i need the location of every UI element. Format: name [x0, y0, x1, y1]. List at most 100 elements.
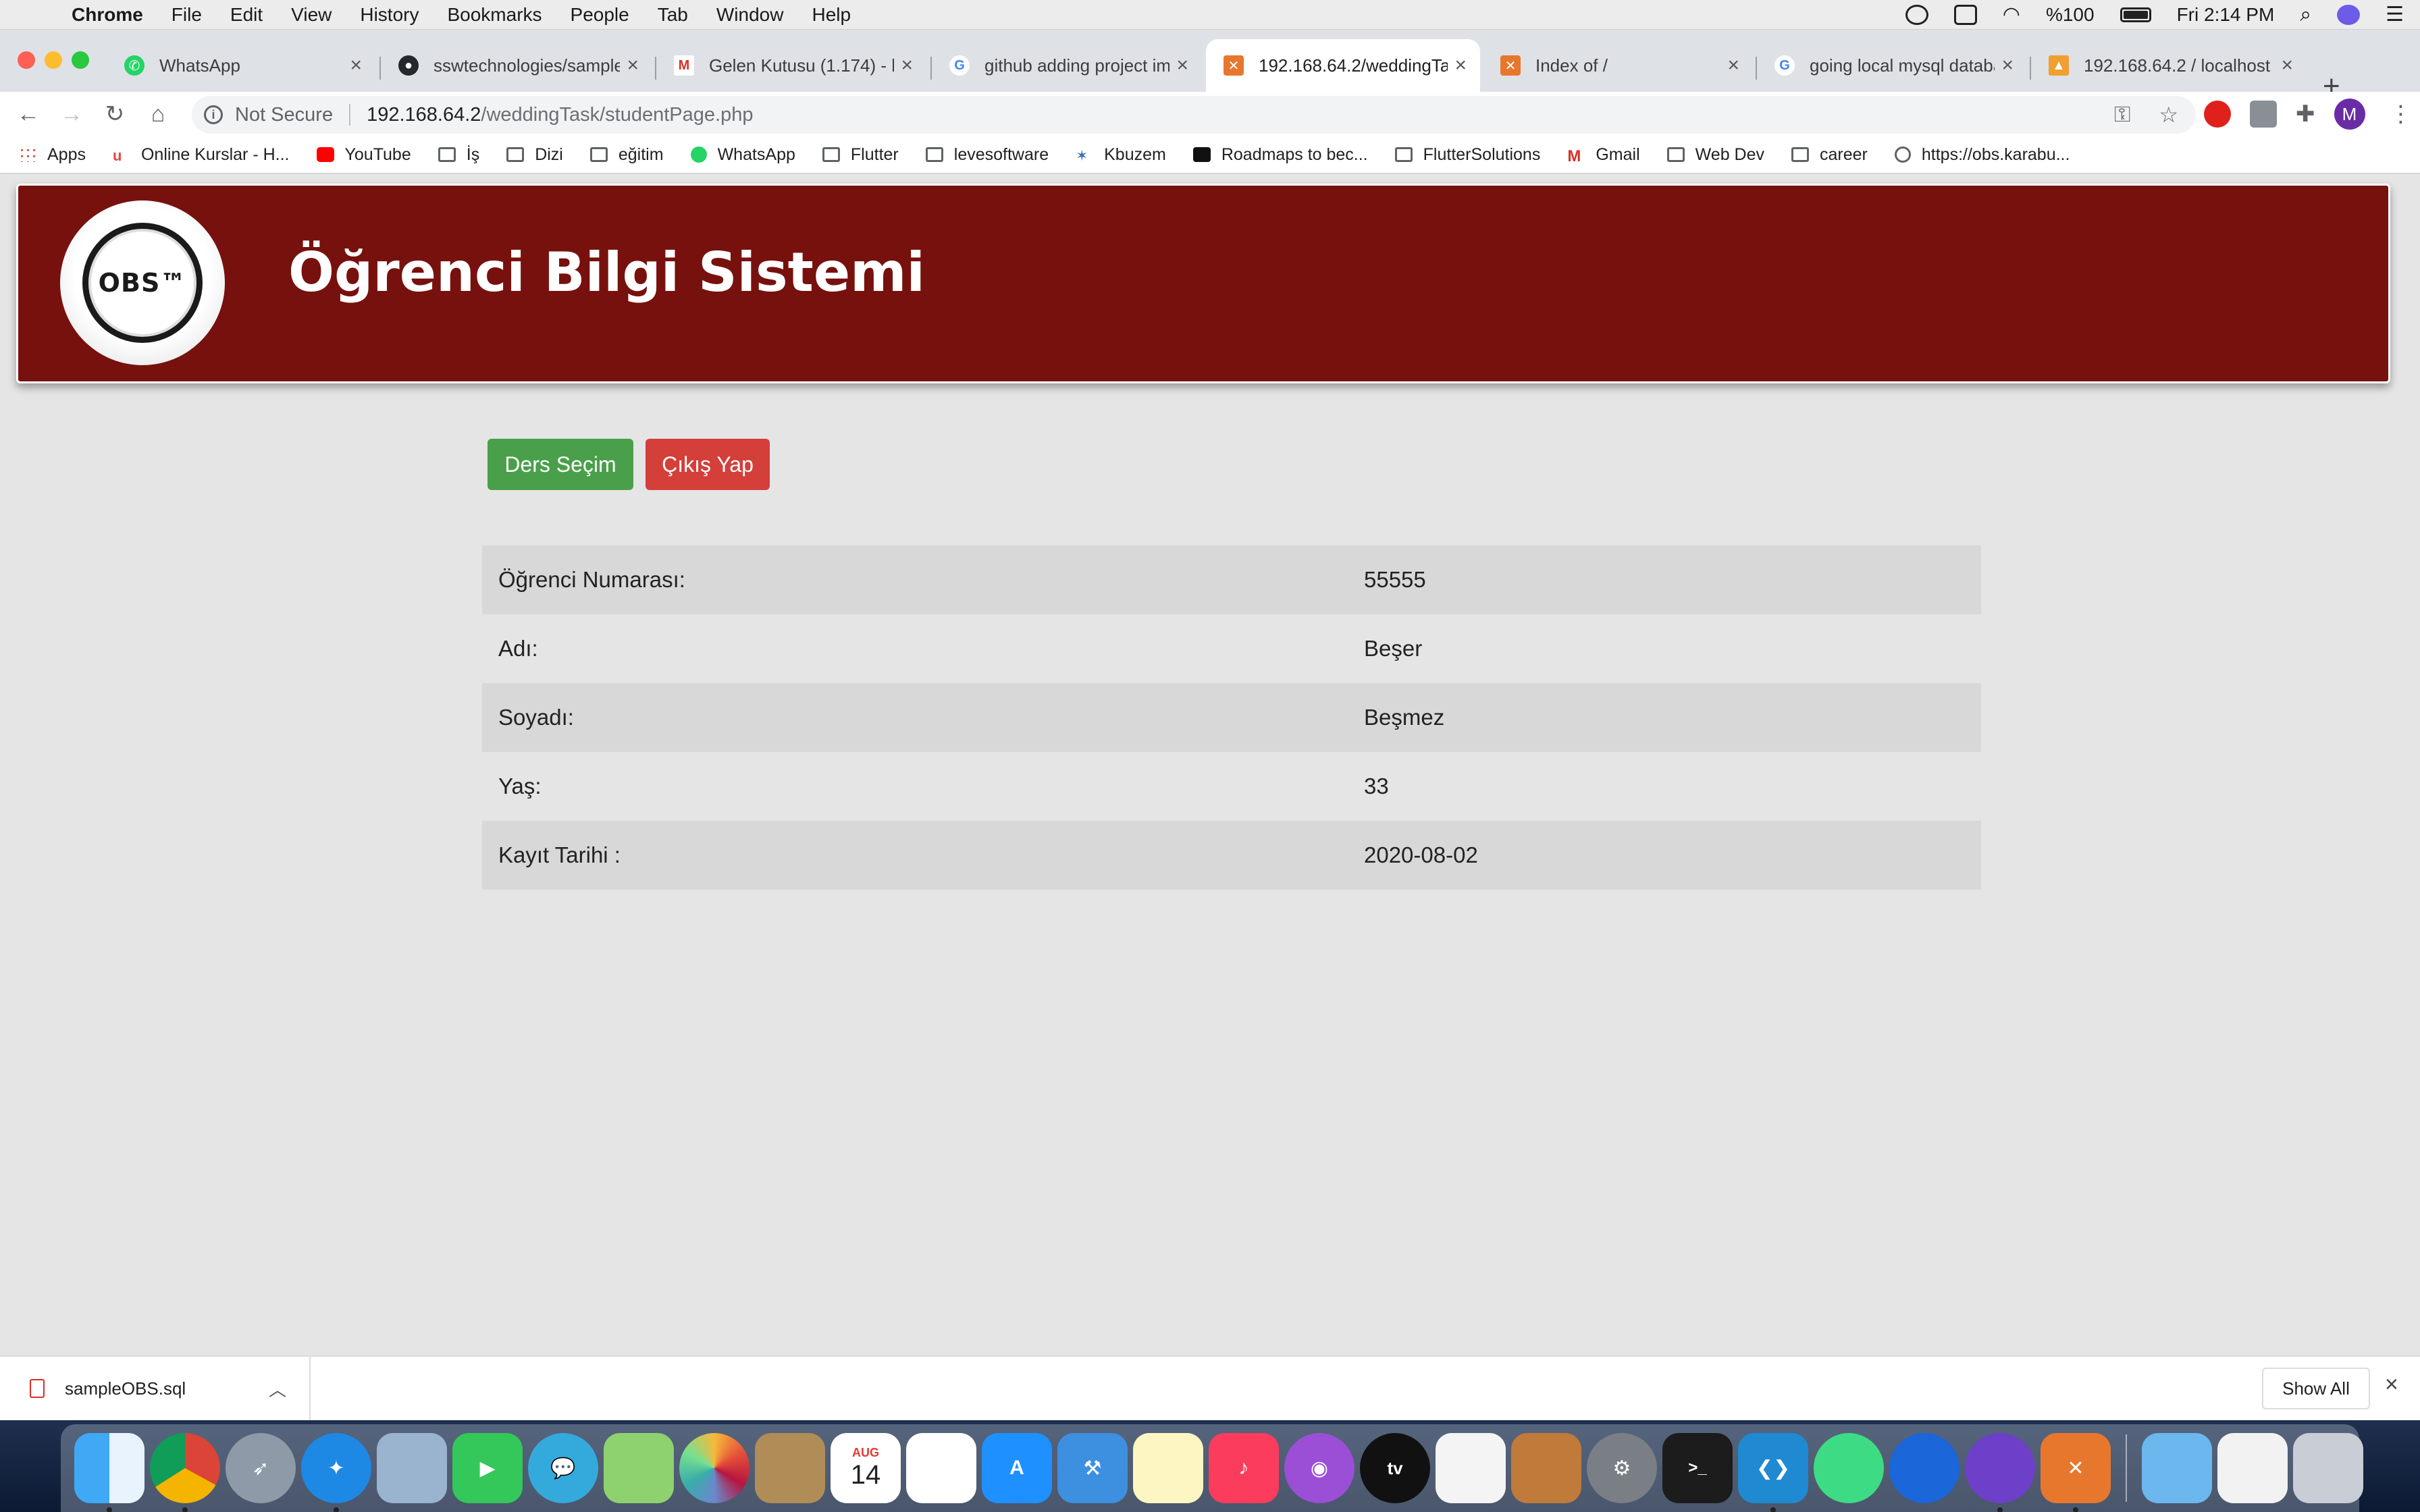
tab-close-icon[interactable]: × — [2281, 54, 2293, 77]
notes-icon[interactable] — [1133, 1433, 1203, 1503]
chevron-up-icon[interactable]: ︿ — [269, 1376, 286, 1401]
contacts-icon[interactable] — [755, 1433, 825, 1503]
bookmark-youtube[interactable]: YouTube — [316, 145, 411, 165]
tab-github[interactable]: ● sswtechnologies/sample × — [381, 39, 652, 92]
tab-close-icon[interactable]: × — [2001, 54, 2014, 77]
garageband-icon[interactable] — [1511, 1433, 1581, 1503]
window-minimize-button[interactable] — [45, 51, 62, 69]
bookmark-is[interactable]: İş — [438, 145, 479, 165]
menu-help[interactable]: Help — [812, 4, 851, 26]
window-close-button[interactable] — [18, 51, 35, 69]
calendar-icon[interactable]: AUG 14 — [831, 1433, 901, 1503]
xampp-icon[interactable]: ✕ — [2041, 1433, 2111, 1512]
tab-close-icon[interactable]: × — [1727, 54, 1739, 77]
bookmark-gmail[interactable]: M Gmail — [1567, 145, 1639, 166]
download-item[interactable]: sampleOBS.sql ︿ — [0, 1356, 311, 1421]
tab-close-icon[interactable]: × — [1454, 54, 1467, 77]
bookmark-star-icon[interactable]: ☆ — [2159, 102, 2178, 128]
maps-icon[interactable] — [604, 1433, 674, 1503]
apple-tv-icon[interactable]: tv — [1360, 1433, 1430, 1503]
menu-history[interactable]: History — [360, 4, 419, 26]
tab-google-search-2[interactable]: G going local mysql databa × — [1757, 39, 2027, 92]
bookmark-levesoftware[interactable]: levesoftware — [925, 145, 1049, 165]
downloads-folder-icon[interactable] — [2142, 1433, 2212, 1503]
window-zoom-button[interactable] — [72, 51, 89, 69]
finder-icon[interactable] — [74, 1433, 144, 1512]
logout-button[interactable]: Çıkış Yap — [646, 439, 770, 490]
tab-whatsapp[interactable]: ✆ WhatsApp × — [107, 39, 375, 92]
url-host[interactable]: 192.168.64.2 — [367, 104, 481, 126]
tab-close-icon[interactable]: × — [1176, 54, 1188, 77]
bookmark-flutter[interactable]: Flutter — [822, 145, 899, 165]
chrome-icon[interactable] — [150, 1433, 220, 1512]
facetime-icon[interactable]: ▶ — [452, 1433, 523, 1503]
siri-icon[interactable] — [2337, 4, 2361, 25]
bookmark-career[interactable]: career — [1791, 145, 1868, 165]
preview-icon[interactable] — [377, 1433, 447, 1503]
android-studio-icon[interactable] — [1814, 1433, 1884, 1503]
terminal-icon[interactable]: >_ — [1662, 1433, 1733, 1503]
extensions-puzzle-icon[interactable]: ✚ — [2296, 101, 2315, 128]
tab-gmail[interactable]: M Gelen Kutusu (1.174) - le × — [656, 39, 926, 92]
key-icon[interactable]: ⚿ — [2114, 102, 2130, 128]
sourcetree-icon[interactable] — [1889, 1433, 1959, 1503]
home-icon[interactable]: ⌂ — [136, 101, 180, 128]
security-status[interactable]: Not Secure — [235, 104, 333, 126]
tab-close-icon[interactable]: × — [901, 54, 913, 77]
trash-icon[interactable] — [2293, 1433, 2363, 1503]
safari-icon[interactable]: ✦ — [301, 1433, 371, 1512]
show-all-button[interactable]: Show All — [2262, 1368, 2370, 1409]
bartender-icon[interactable] — [1905, 4, 1928, 25]
app-store-icon[interactable]: A — [982, 1433, 1052, 1503]
tab-index-of[interactable]: ✕ Index of / × — [1483, 39, 1753, 92]
menu-people[interactable]: People — [571, 4, 629, 26]
profile-avatar[interactable]: M — [2334, 99, 2365, 130]
numbers-icon[interactable] — [1436, 1433, 1506, 1503]
tab-close-icon[interactable]: × — [627, 54, 639, 77]
bookmark-dizi[interactable]: Dizi — [506, 145, 563, 165]
bookmark-webdev[interactable]: Web Dev — [1666, 145, 1764, 165]
control-center-icon[interactable]: ☰ — [2386, 3, 2404, 26]
tab-student-page-active[interactable]: ✕ 192.168.64.2/weddingTa × — [1206, 39, 1480, 92]
bookmark-fluttersolutions[interactable]: FlutterSolutions — [1394, 145, 1540, 165]
bookmark-egitim[interactable]: eğitim — [589, 145, 664, 165]
reminders-icon[interactable] — [906, 1433, 976, 1503]
close-icon[interactable]: × — [2385, 1372, 2398, 1398]
color-picker-extension-icon[interactable] — [2250, 101, 2277, 128]
bookmark-roadmaps[interactable]: Roadmaps to bec... — [1192, 145, 1368, 165]
music-icon[interactable]: ♪ — [1209, 1433, 1279, 1503]
vscode-icon[interactable]: ❮❯ — [1738, 1433, 1808, 1512]
podcasts-icon[interactable]: ◉ — [1284, 1433, 1354, 1503]
menu-edit[interactable]: Edit — [230, 4, 263, 26]
photos-icon[interactable] — [679, 1433, 749, 1503]
menu-window[interactable]: Window — [716, 4, 784, 26]
bookmark-obs-karabuk[interactable]: https://obs.karabu... — [1894, 145, 2070, 165]
menubar-clock[interactable]: Fri 2:14 PM — [2177, 4, 2275, 26]
menu-file[interactable]: File — [172, 4, 202, 26]
address-bar[interactable]: i Not Secure 192.168.64.2/weddingTask/st… — [192, 96, 2196, 134]
course-selection-button[interactable]: Ders Seçim — [488, 439, 633, 490]
tab-phpmyadmin[interactable]: ▲ 192.168.64.2 / localhost × — [2031, 39, 2307, 92]
url-path[interactable]: /weddingTask/studentPage.php — [481, 104, 753, 126]
messages-icon[interactable]: 💬 — [528, 1433, 598, 1503]
launchpad-icon[interactable]: ➶ — [226, 1433, 296, 1503]
adblock-extension-icon[interactable] — [2204, 101, 2231, 128]
system-preferences-icon[interactable]: ⚙ — [1587, 1433, 1657, 1503]
menu-view[interactable]: View — [291, 4, 332, 26]
forward-arrow-icon[interactable]: → — [50, 101, 93, 128]
menu-bookmarks[interactable]: Bookmarks — [447, 4, 542, 26]
spotlight-search-icon[interactable]: ⌕ — [2300, 3, 2311, 26]
more-menu-icon[interactable]: ⋮ — [2390, 101, 2413, 128]
github-desktop-icon[interactable] — [1965, 1433, 2035, 1512]
download-file-name[interactable]: sampleOBS.sql — [65, 1378, 186, 1399]
calendar-widget-icon[interactable] — [1953, 4, 1977, 25]
site-info-icon[interactable]: i — [204, 105, 223, 124]
bookmark-kbuzem[interactable]: ✶ Kbuzem — [1076, 145, 1166, 165]
tab-google-search-1[interactable]: G github adding project im × — [932, 39, 1202, 92]
menu-app-name[interactable]: Chrome — [72, 4, 143, 26]
bookmark-online-kurslar[interactable]: u Online Kurslar - H... — [113, 145, 290, 165]
menu-tab[interactable]: Tab — [658, 4, 688, 26]
back-arrow-icon[interactable]: ← — [7, 101, 50, 128]
wifi-icon[interactable]: ◠ — [2003, 3, 2020, 26]
xcode-icon[interactable]: ⚒ — [1057, 1433, 1128, 1503]
